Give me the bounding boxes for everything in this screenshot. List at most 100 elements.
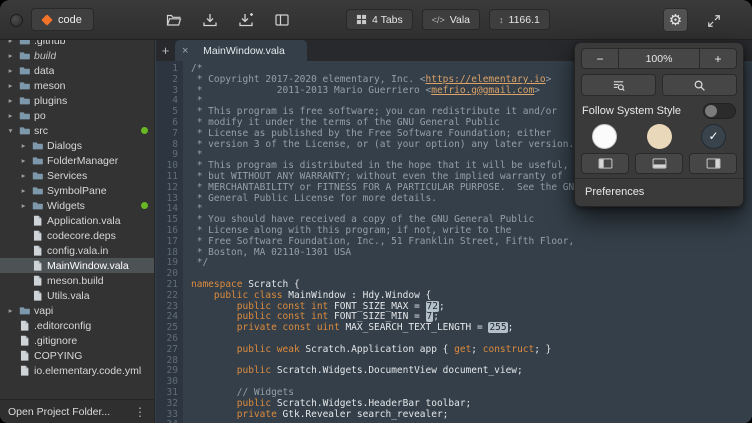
tabs-overview-label: 4 Tabs	[372, 14, 403, 26]
chevron-right-icon[interactable]: ▸	[6, 97, 15, 105]
tree-item-services[interactable]: ▸Services	[0, 168, 154, 183]
tree-item-copying[interactable]: COPYING	[0, 348, 154, 363]
line-number: 32	[156, 399, 178, 410]
chevron-right-icon[interactable]: ▸	[6, 52, 15, 60]
find-buttons	[581, 74, 737, 96]
code-line: private Gtk.Revealer search_revealer;	[191, 410, 752, 421]
tree-item-io-elementary-code-yml[interactable]: io.elementary.code.yml	[0, 363, 154, 378]
tree-item-config-vala-in[interactable]: config.vala.in	[0, 243, 154, 258]
tree-item-codecore-deps[interactable]: codecore.deps	[0, 228, 154, 243]
tree-item-label: .editorconfig	[34, 320, 91, 332]
tree-item-vapi[interactable]: ▸ vapi	[0, 303, 154, 318]
window-close-button[interactable]	[10, 14, 23, 27]
file-icon	[19, 365, 30, 376]
templates-button[interactable]	[271, 9, 292, 30]
new-tab-button[interactable]: +	[156, 40, 175, 61]
chevron-right-icon[interactable]: ▸	[19, 157, 28, 165]
tree-item-label: Dialogs	[47, 140, 82, 152]
tree-item-meson[interactable]: ▸ meson	[0, 78, 154, 93]
tab-title: MainWindow.vala	[203, 45, 285, 57]
chevron-right-icon[interactable]: ▸	[19, 202, 28, 210]
file-icon	[19, 335, 30, 346]
chevron-right-icon[interactable]: ▸	[6, 112, 15, 120]
tree-item-build[interactable]: ▸build	[0, 48, 154, 63]
tree-item-label: po	[34, 110, 46, 122]
chevron-right-icon[interactable]: ▸	[6, 82, 15, 90]
header-chips: 4 Tabs </> Vala ↕ 1166.1	[346, 9, 550, 30]
line-number: 12	[156, 183, 178, 194]
file-tree[interactable]: ▸.github▸build▸data▸meson▸plugins▸po▾src…	[0, 33, 154, 399]
code-line: public Scratch.Widgets.DocumentView docu…	[191, 366, 752, 377]
layout-sidebar-right-button[interactable]	[689, 153, 737, 174]
tree-item-label: meson	[34, 80, 66, 92]
tree-item-dialogs[interactable]: ▸ Dialogs	[0, 138, 154, 153]
tree-item-label: vapi	[34, 305, 53, 317]
expand-icon	[707, 14, 721, 28]
templates-icon	[274, 12, 290, 28]
chevron-right-icon[interactable]: ▸	[19, 142, 28, 150]
tree-item-label: codecore.deps	[47, 230, 116, 242]
tree-item-po[interactable]: ▸ po	[0, 108, 154, 123]
zoom-level[interactable]: 100%	[619, 48, 699, 69]
tree-item-src[interactable]: ▾src	[0, 123, 154, 138]
check-icon: ✓	[708, 129, 718, 143]
tree-item--editorconfig[interactable]: .editorconfig	[0, 318, 154, 333]
save-button[interactable]	[199, 9, 220, 30]
follow-system-style-toggle[interactable]	[703, 103, 736, 119]
folder-icon	[32, 185, 43, 196]
tree-item-widgets[interactable]: ▸Widgets	[0, 198, 154, 213]
chevron-right-icon[interactable]: ▸	[6, 67, 15, 75]
tree-item-foldermanager[interactable]: ▸FolderManager	[0, 153, 154, 168]
find-in-page-button[interactable]	[581, 74, 656, 96]
settings-menu-button[interactable]: ⚙	[663, 8, 688, 32]
chevron-right-icon[interactable]: ▸	[19, 172, 28, 180]
layout-panel-bottom-button[interactable]	[635, 153, 683, 174]
line-number: 22	[156, 291, 178, 302]
tree-item-label: config.vala.in	[47, 245, 108, 257]
tab-mainwindow-vala[interactable]: × MainWindow.vala	[175, 40, 307, 61]
language-button[interactable]: </> Vala	[422, 9, 480, 30]
chevron-right-icon[interactable]: ▸	[19, 187, 28, 195]
open-project-folder-button[interactable]: Open Project Folder... ⋮	[0, 399, 154, 423]
style-sepia-button[interactable]	[647, 124, 672, 149]
sidebar: ▸.github▸build▸data▸meson▸plugins▸po▾src…	[0, 40, 155, 423]
goto-line-button[interactable]: ↕ 1166.1	[489, 9, 550, 30]
tree-item-plugins[interactable]: ▸plugins	[0, 93, 154, 108]
code-line: public weak Scratch.Application app { ge…	[191, 345, 752, 356]
zoom-out-button[interactable]: −	[581, 48, 619, 69]
project-chip[interactable]: code	[31, 8, 94, 31]
tree-item-label: Utils.vala	[47, 290, 90, 302]
chevron-down-icon[interactable]: ▾	[6, 127, 15, 135]
tree-item-label: meson.build	[47, 275, 104, 287]
tab-close-icon[interactable]: ×	[182, 45, 188, 57]
preferences-item[interactable]: Preferences	[581, 182, 737, 201]
search-button[interactable]	[662, 74, 737, 96]
sidebar-left-icon	[598, 158, 613, 169]
tree-item--gitignore[interactable]: .gitignore	[0, 333, 154, 348]
kebab-menu-icon[interactable]: ⋮	[134, 405, 146, 419]
settings-popover: − 100% + Follow System Style	[574, 42, 744, 207]
fullscreen-button[interactable]	[703, 10, 724, 31]
style-dark-button[interactable]: ✓	[701, 124, 726, 149]
goto-line-label: 1166.1	[509, 14, 540, 26]
tree-item-symbolpane[interactable]: ▸SymbolPane	[0, 183, 154, 198]
folder-icon	[19, 305, 30, 316]
zoom-controls: − 100% +	[581, 48, 737, 69]
sidebar-right-icon	[706, 158, 721, 169]
chevron-right-icon[interactable]: ▸	[6, 307, 15, 315]
tree-item-utils-vala[interactable]: Utils.vala	[0, 288, 154, 303]
layout-sidebar-left-button[interactable]	[581, 153, 629, 174]
open-button[interactable]	[163, 9, 184, 30]
save-as-button[interactable]	[235, 9, 256, 30]
tree-item-application-vala[interactable]: Application.vala	[0, 213, 154, 228]
tree-item-data[interactable]: ▸data	[0, 63, 154, 78]
style-light-button[interactable]	[592, 124, 617, 149]
save-icon	[202, 12, 218, 28]
gear-icon: ⚙	[669, 11, 682, 29]
tabs-overview-button[interactable]: 4 Tabs	[346, 9, 413, 30]
search-icon	[693, 79, 706, 92]
code-line: * Boston, MA 02110-1301 USA	[191, 248, 752, 259]
zoom-in-button[interactable]: +	[699, 48, 737, 69]
tree-item-meson-build[interactable]: meson.build	[0, 273, 154, 288]
tree-item-mainwindow-vala[interactable]: MainWindow.vala	[0, 258, 154, 273]
